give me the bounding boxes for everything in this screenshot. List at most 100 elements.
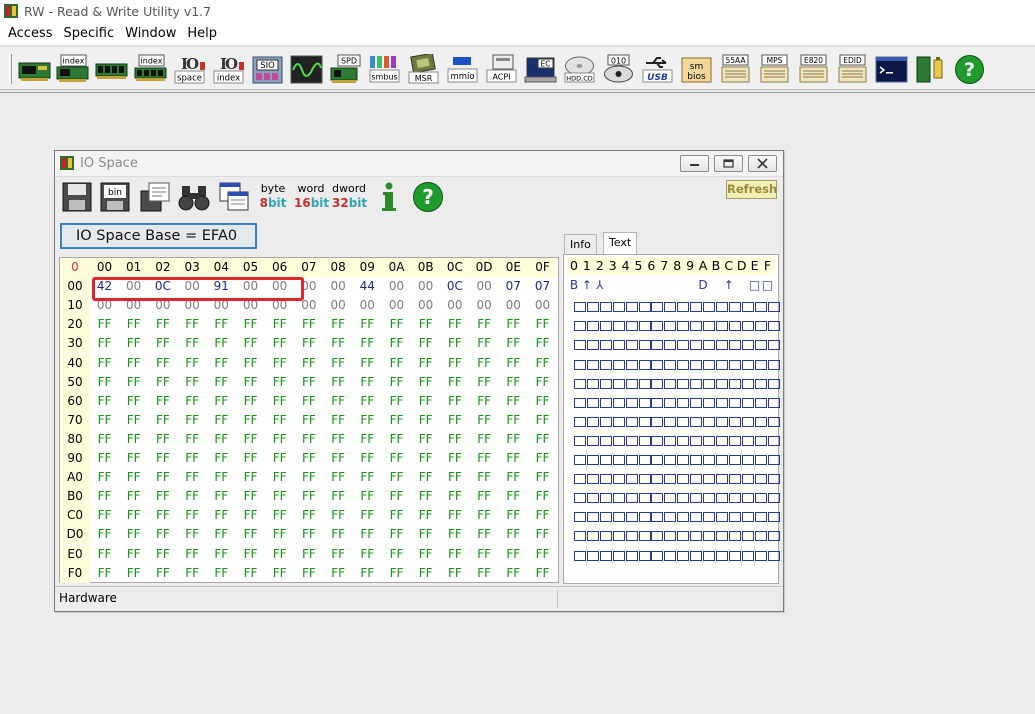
hex-cell[interactable]: FF [90,449,119,468]
hex-cell[interactable]: FF [324,354,353,373]
compare-button[interactable] [218,181,250,213]
hex-cell[interactable]: FF [148,506,177,525]
hex-cell[interactable]: FF [236,487,265,506]
hex-cell[interactable]: FF [119,392,148,411]
hex-cell[interactable]: FF [411,392,440,411]
hex-cell[interactable]: FF [148,468,177,487]
hex-cell[interactable]: FF [236,449,265,468]
hex-cell[interactable]: FF [353,354,382,373]
load-button[interactable] [139,181,171,213]
memory-index-button[interactable]: index [134,54,167,85]
hex-cell[interactable]: FF [382,373,411,392]
hex-cell[interactable]: FF [90,430,119,449]
hex-cell[interactable]: FF [499,430,528,449]
hex-cell[interactable]: FF [411,545,440,564]
hex-cell[interactable]: FF [119,487,148,506]
smbus-button[interactable]: smbus [368,54,401,85]
pci-button[interactable] [18,54,51,85]
memory-button[interactable] [95,54,128,85]
hex-cell[interactable]: FF [324,334,353,353]
hex-cell[interactable]: FF [236,354,265,373]
save-bin-button[interactable]: bin [99,181,131,213]
hex-cell[interactable]: FF [411,354,440,373]
hex-cell[interactable]: FF [236,315,265,334]
hex-cell[interactable]: FF [411,487,440,506]
acpi-button[interactable]: ACPI [485,54,518,85]
hex-cell[interactable]: FF [294,430,323,449]
hex-cell[interactable]: FF [353,315,382,334]
close-button[interactable] [748,155,777,172]
hex-cell[interactable]: FF [178,315,207,334]
smbios-button[interactable]: sm bios [680,54,713,85]
hex-cell[interactable]: FF [411,449,440,468]
hex-cell[interactable]: FF [324,411,353,430]
hex-cell[interactable]: FF [382,430,411,449]
hex-cell[interactable]: FF [470,373,499,392]
hex-cell[interactable]: FF [382,468,411,487]
msr-button[interactable]: MSR [407,54,440,85]
hex-cell[interactable]: FF [148,487,177,506]
hex-cell[interactable]: FF [324,392,353,411]
hex-cell[interactable]: FF [499,392,528,411]
hex-cell[interactable]: 00 [294,277,323,296]
hex-cell[interactable]: 00 [440,296,469,315]
hex-cell[interactable]: FF [470,564,499,583]
hex-cell[interactable]: FF [353,468,382,487]
hex-cell[interactable]: FF [528,411,557,430]
hex-cell[interactable]: FF [265,315,294,334]
hex-cell[interactable]: 91 [207,277,236,296]
hex-cell[interactable]: 00 [382,277,411,296]
menu-specific[interactable]: Specific [60,26,122,41]
hex-cell[interactable]: FF [90,392,119,411]
hex-cell[interactable]: FF [499,411,528,430]
hex-cell[interactable]: FF [528,354,557,373]
help-button[interactable]: ? [953,54,986,85]
hex-cell[interactable]: 42 [90,277,119,296]
command-button[interactable] [875,54,908,85]
hex-cell[interactable]: FF [294,315,323,334]
hex-cell[interactable]: 0C [440,277,469,296]
hex-cell[interactable]: FF [411,564,440,583]
hex-cell[interactable]: FF [470,449,499,468]
hex-cell[interactable]: FF [353,525,382,544]
hex-cell[interactable]: FF [207,525,236,544]
hex-cell[interactable]: FF [294,334,323,353]
hex-cell[interactable]: FF [440,373,469,392]
hex-cell[interactable]: FF [470,315,499,334]
dword-32bit-button[interactable]: dword 32bit [332,182,367,212]
hex-cell[interactable]: FF [119,525,148,544]
hex-cell[interactable]: FF [178,506,207,525]
hex-cell[interactable]: FF [265,468,294,487]
hex-cell[interactable]: FF [294,487,323,506]
hex-cell[interactable]: FF [411,468,440,487]
hex-cell[interactable]: FF [440,354,469,373]
hex-cell[interactable]: FF [382,525,411,544]
hex-cell[interactable]: FF [470,334,499,353]
hex-cell[interactable]: 00 [90,296,119,315]
hex-cell[interactable]: 00 [236,277,265,296]
hex-cell[interactable]: FF [499,373,528,392]
hex-cell[interactable]: 00 [324,296,353,315]
hex-cell[interactable]: FF [470,468,499,487]
word-16bit-button[interactable]: word 16bit [294,182,329,212]
hex-cell[interactable]: FF [382,411,411,430]
hex-cell[interactable]: 00 [382,296,411,315]
save-button[interactable] [61,181,93,213]
hex-cell[interactable]: FF [207,354,236,373]
hex-cell[interactable]: FF [470,411,499,430]
hex-cell[interactable]: FF [440,525,469,544]
hex-cell[interactable]: 00 [470,277,499,296]
io-index-button[interactable]: I O index [212,54,245,85]
hex-cell[interactable]: FF [148,373,177,392]
hex-cell[interactable]: FF [294,373,323,392]
hex-cell[interactable]: FF [119,430,148,449]
hex-cell[interactable]: FF [148,430,177,449]
hex-cell[interactable]: FF [294,525,323,544]
hex-cell[interactable]: FF [236,564,265,583]
hex-cell[interactable]: FF [470,525,499,544]
hex-cell[interactable]: FF [90,334,119,353]
hex-cell[interactable]: FF [440,564,469,583]
hex-cell[interactable]: 00 [353,296,382,315]
hex-cell[interactable]: FF [528,315,557,334]
hex-cell[interactable]: FF [324,373,353,392]
